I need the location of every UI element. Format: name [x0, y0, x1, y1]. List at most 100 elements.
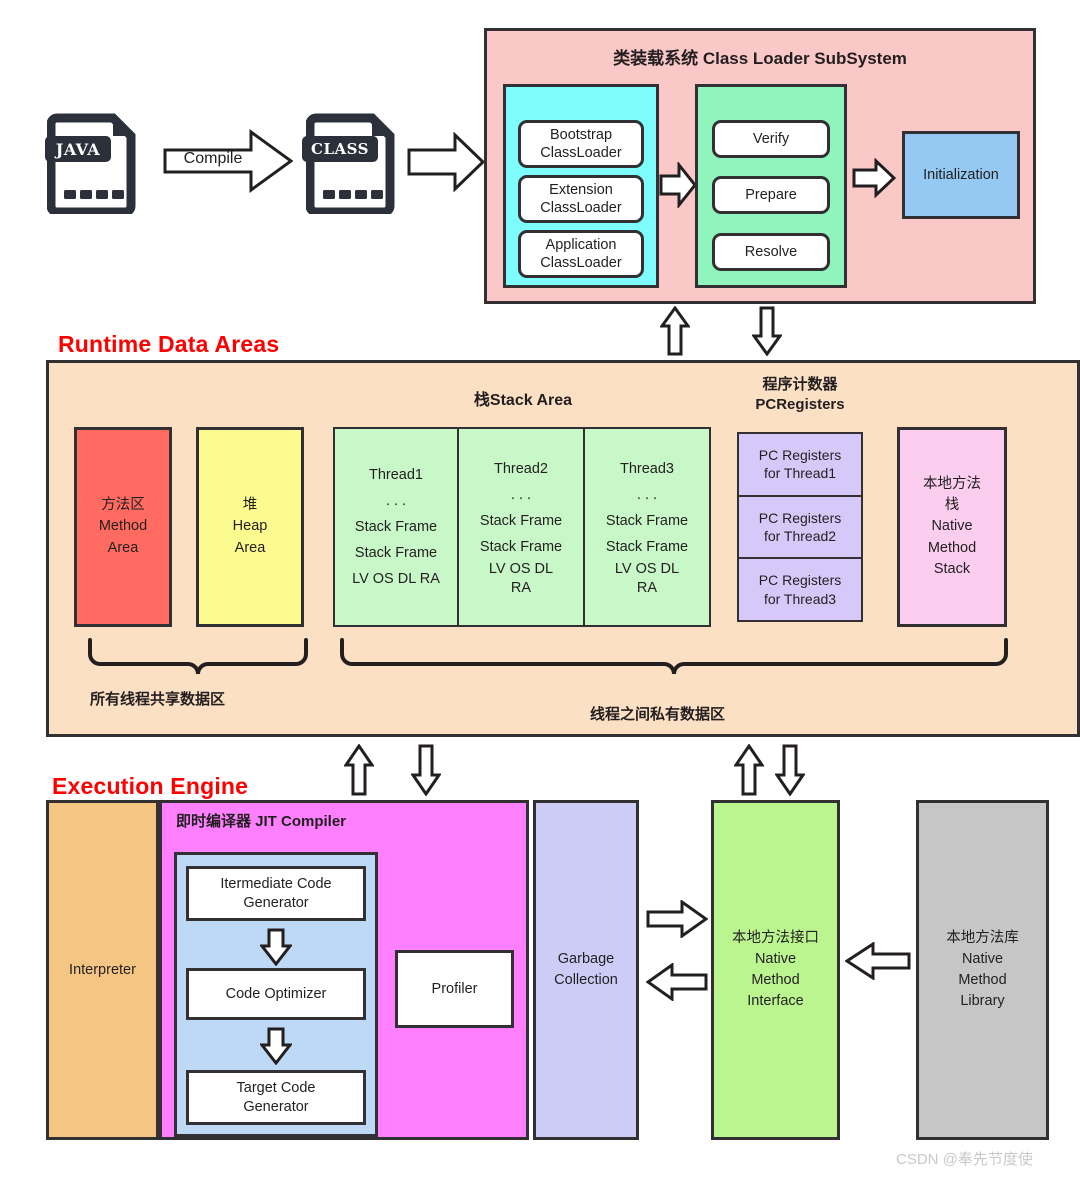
- target-code-generator-line1: Target Code: [236, 1080, 316, 1097]
- classloader-to-runtime-up-arrow: [660, 306, 690, 356]
- garbage-collection-box[interactable]: Garbage Collection: [533, 800, 639, 1140]
- method-area-line3: Area: [107, 539, 139, 556]
- pc-register-line1: PC Registers: [758, 447, 842, 464]
- thread-name: Thread2: [493, 460, 548, 477]
- thread-frame-1: Stack Frame: [479, 513, 563, 530]
- class-file-badge: CLASS: [302, 136, 378, 162]
- file-shape-icon: [306, 113, 395, 214]
- heap-area-line3: Area: [234, 539, 266, 556]
- intermediate-code-generator-box[interactable]: Itermediate Code Generator: [186, 866, 366, 921]
- pc-registers-group: PC Registers for Thread1 PC Registers fo…: [737, 432, 863, 623]
- pc-register-line1: PC Registers: [758, 509, 842, 526]
- class-loader-subsystem-title: 类装载系统 Class Loader SubSystem: [613, 49, 907, 68]
- prepare-label: Prepare: [745, 186, 797, 203]
- gc-to-nmi-right-arrow: [646, 900, 708, 938]
- thread-dots: . . .: [636, 487, 658, 504]
- loading-to-linking-arrow: [659, 162, 697, 208]
- code-optimizer-box[interactable]: Code Optimizer: [186, 968, 366, 1020]
- profiler-box[interactable]: Profiler: [395, 950, 514, 1028]
- extension-classloader-box[interactable]: Extension ClassLoader: [518, 175, 644, 223]
- pc-registers-label-line2: PCRegisters: [755, 396, 845, 414]
- thread-name: Thread1: [368, 466, 423, 483]
- resolve-box[interactable]: Resolve: [712, 233, 830, 271]
- pc-register-row[interactable]: PC Registers for Thread1: [737, 432, 863, 497]
- method-area-line2: Method: [98, 518, 148, 535]
- garbage-collection-line1: Garbage: [557, 950, 615, 967]
- method-area-line1: 方法区: [101, 497, 145, 514]
- native-method-stack-box[interactable]: 本地方法 栈 Native Method Stack: [897, 427, 1007, 627]
- java-file-icon: JAVA: [45, 110, 139, 214]
- thread-slots: LV OS DL RA: [352, 571, 440, 588]
- resolve-label: Resolve: [744, 243, 798, 260]
- interpreter-box[interactable]: Interpreter: [46, 800, 159, 1140]
- pc-register-line1: PC Registers: [758, 572, 842, 589]
- pc-register-line2: for Thread1: [763, 465, 837, 482]
- native-method-interface-line1: 本地方法接口: [732, 929, 819, 946]
- java-file-badge: JAVA: [45, 136, 111, 162]
- native-method-library-line1: 本地方法库: [946, 929, 1019, 946]
- thread-dots: . . .: [385, 492, 407, 509]
- application-classloader-box[interactable]: Application ClassLoader: [518, 230, 644, 278]
- thread-dots: . . .: [510, 487, 532, 504]
- intermediate-code-generator-line2: Generator: [243, 894, 309, 911]
- heap-area-box[interactable]: 堆 Heap Area: [196, 427, 304, 627]
- jit-to-runtime-down-arrow: [411, 744, 441, 796]
- profiler-label: Profiler: [431, 980, 478, 997]
- jit-stage-2-down-arrow: [260, 1027, 292, 1065]
- stack-area-group: Thread1 . . . Stack Frame Stack Frame LV…: [333, 427, 711, 627]
- application-classloader-line1: Application: [545, 236, 617, 253]
- native-method-interface-box[interactable]: 本地方法接口 Native Method Interface: [711, 800, 840, 1140]
- application-classloader-line2: ClassLoader: [540, 255, 622, 271]
- pc-register-row[interactable]: PC Registers for Thread3: [737, 559, 863, 623]
- bootstrap-classloader-box[interactable]: Bootstrap ClassLoader: [518, 120, 644, 168]
- thread-frame-2: Stack Frame: [605, 539, 689, 556]
- prepare-box[interactable]: Prepare: [712, 176, 830, 214]
- native-method-stack-line4: Method: [927, 539, 977, 556]
- nmi-to-gc-left-arrow: [646, 963, 708, 1001]
- target-code-generator-box[interactable]: Target Code Generator: [186, 1070, 366, 1125]
- target-code-generator-line2: Generator: [243, 1098, 309, 1115]
- initialization-label: Initialization: [923, 167, 999, 183]
- private-data-brace-label: 线程之间私有数据区: [590, 706, 726, 723]
- native-method-interface-line4: Interface: [747, 993, 804, 1010]
- runtime-to-jit-up-arrow: [344, 744, 374, 796]
- pc-register-row[interactable]: PC Registers for Thread2: [737, 496, 863, 560]
- shared-data-brace-label: 所有线程共享数据区: [90, 691, 226, 708]
- thread-stack-column[interactable]: Thread3 . . . Stack Frame Stack Frame LV…: [585, 427, 711, 627]
- native-method-library-line4: Library: [960, 993, 1005, 1010]
- bootstrap-classloader-line1: Bootstrap: [549, 126, 613, 143]
- interpreter-label: Interpreter: [69, 962, 136, 978]
- extension-classloader-line1: Extension: [549, 181, 613, 198]
- native-method-stack-line5: Stack: [933, 560, 971, 577]
- method-area-box[interactable]: 方法区 Method Area: [74, 427, 172, 627]
- intermediate-code-generator-line1: Itermediate Code: [220, 876, 332, 893]
- compile-arrow-label: Compile: [183, 150, 243, 167]
- file-shape-icon: [47, 113, 136, 214]
- thread-frame-1: Stack Frame: [605, 513, 689, 530]
- nmi-to-runtime-down-arrow: [775, 744, 805, 796]
- jit-compiler-label: 即时编译器 JIT Compiler: [176, 813, 347, 830]
- stack-area-label: 栈Stack Area: [473, 392, 573, 409]
- thread-frame-2: Stack Frame: [354, 545, 438, 562]
- thread-stack-column[interactable]: Thread1 . . . Stack Frame Stack Frame LV…: [333, 427, 459, 627]
- initialization-box[interactable]: Initialization: [902, 131, 1020, 219]
- thread-slots: LV OS DL RA: [488, 561, 554, 597]
- native-method-library-box[interactable]: 本地方法库 Native Method Library: [916, 800, 1049, 1140]
- runtime-to-nmi-up-arrow: [734, 744, 764, 796]
- extension-classloader-line2: ClassLoader: [540, 200, 622, 216]
- csdn-watermark: CSDN @奉先节度使: [896, 1151, 1033, 1168]
- thread-frame-1: Stack Frame: [354, 518, 438, 535]
- thread-stack-column[interactable]: Thread2 . . . Stack Frame Stack Frame LV…: [459, 427, 585, 627]
- verify-box[interactable]: Verify: [712, 120, 830, 158]
- native-method-interface-line3: Method: [751, 972, 800, 988]
- pc-registers-label-line1: 程序计数器: [762, 376, 838, 393]
- native-method-library-line2: Native: [961, 950, 1004, 967]
- native-method-stack-line1: 本地方法: [923, 476, 981, 493]
- private-data-brace: [340, 638, 1010, 683]
- classloader-to-runtime-down-arrow: [752, 306, 782, 356]
- class-to-classloader-arrow: [407, 132, 485, 192]
- nml-to-nmi-left-arrow: [845, 942, 911, 980]
- thread-name: Thread3: [619, 460, 674, 477]
- thread-slots: LV OS DL RA: [614, 561, 680, 597]
- jit-stage-1-down-arrow: [260, 928, 292, 966]
